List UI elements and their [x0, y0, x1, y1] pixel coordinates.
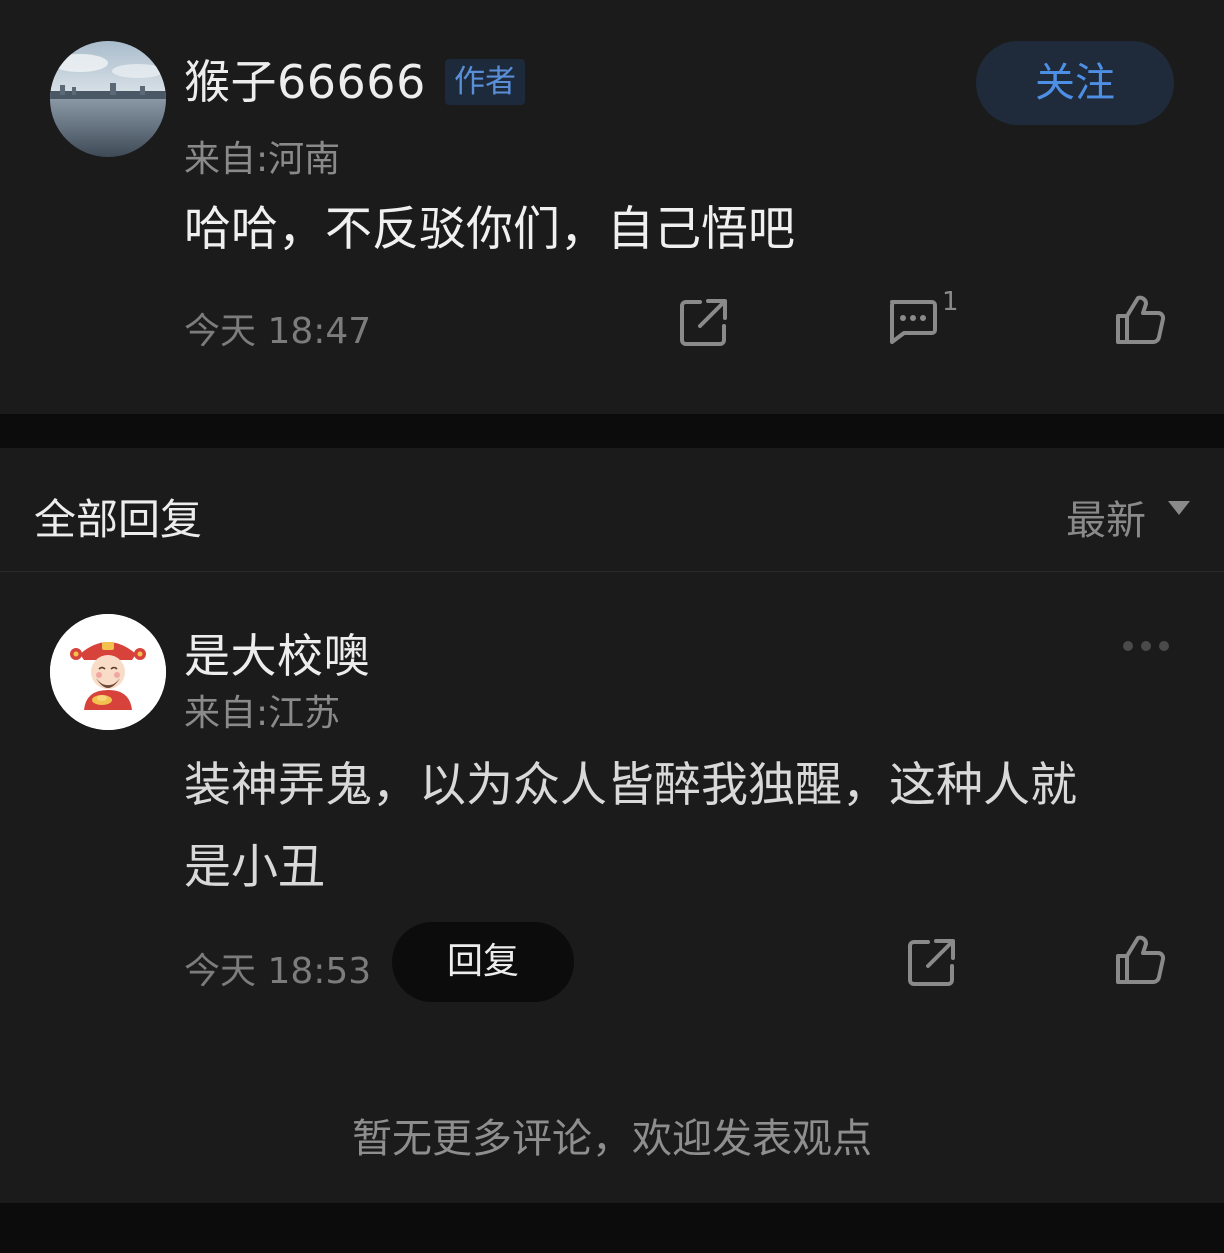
- follow-button[interactable]: 关注: [976, 41, 1174, 125]
- post-author-avatar[interactable]: [50, 41, 166, 157]
- comment-count-badge: 1: [942, 287, 959, 317]
- share-icon[interactable]: [906, 936, 958, 988]
- comment-icon[interactable]: [886, 298, 938, 346]
- reply-button[interactable]: 回复: [392, 922, 574, 1002]
- replies-section: 全部回复 最新 是大校噢 来自:江苏 装神弄鬼，以为众人皆醉我独醒，这种人就 是…: [0, 448, 1224, 1203]
- post-username[interactable]: 猴子66666: [184, 46, 426, 112]
- comment-detail-page: 猴子66666 作者 关注 来自:河南 哈哈，不反驳你们，自己悟吧 今天 18:…: [0, 0, 1224, 1253]
- post-timestamp: 今天 18:47: [184, 311, 372, 352]
- sort-dropdown[interactable]: 最新: [1066, 488, 1146, 546]
- like-icon[interactable]: [1114, 294, 1166, 346]
- reply-author-avatar[interactable]: [50, 614, 166, 730]
- all-replies-title: 全部回复: [34, 495, 203, 544]
- reply-origin: 来自:江苏: [184, 693, 341, 734]
- more-icon[interactable]: [1120, 640, 1172, 652]
- dropdown-triangle-icon[interactable]: [1168, 501, 1190, 515]
- post-origin: 来自:河南: [184, 139, 341, 180]
- reply-content-line2: 是小丑: [184, 840, 325, 895]
- reply-username[interactable]: 是大校噢: [184, 620, 370, 686]
- reply-timestamp: 今天 18:53: [184, 951, 372, 992]
- main-post: 猴子66666 作者 关注 来自:河南 哈哈，不反驳你们，自己悟吧 今天 18:…: [0, 0, 1224, 414]
- lake-skyline-avatar-image: [50, 41, 166, 157]
- reply-content-line1: 装神弄鬼，以为众人皆醉我独醒，这种人就: [184, 758, 1077, 813]
- author-badge: 作者: [445, 59, 525, 105]
- like-icon[interactable]: [1114, 934, 1166, 986]
- share-icon[interactable]: [678, 296, 730, 348]
- replies-header: 全部回复 最新: [0, 448, 1224, 572]
- god-of-wealth-avatar-image: [50, 614, 166, 730]
- post-content: 哈哈，不反驳你们，自己悟吧: [184, 202, 795, 257]
- no-more-comments-text: 暂无更多评论，欢迎发表观点: [352, 1116, 872, 1162]
